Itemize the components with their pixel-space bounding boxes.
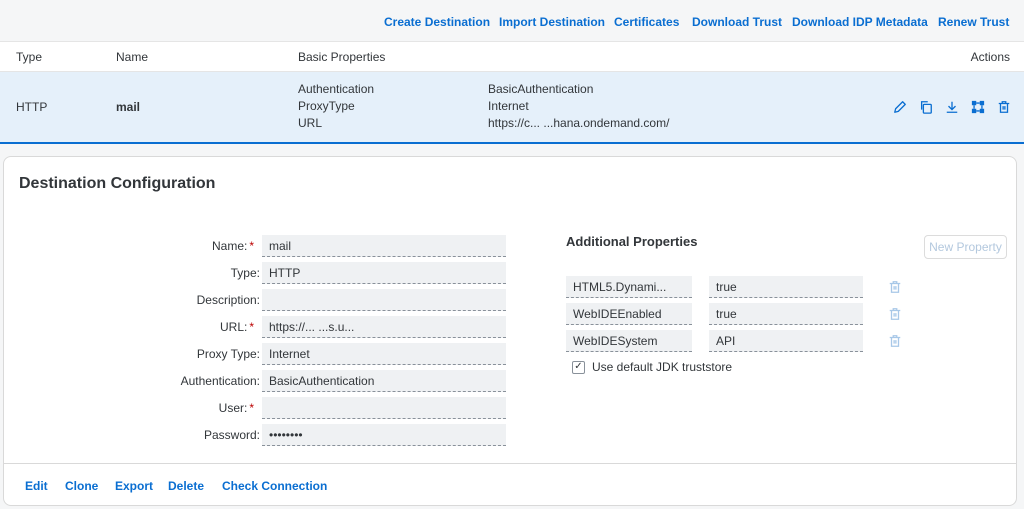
network-icon[interactable] [970,99,986,115]
jdk-truststore-checkbox[interactable]: ✓ Use default JDK truststore [572,360,732,374]
download-icon[interactable] [944,99,960,115]
required-marker: * [249,320,254,334]
clone-button[interactable]: Clone [65,479,98,493]
user-field[interactable] [262,397,506,419]
download-trust-link[interactable]: Download Trust [692,15,782,29]
table-row[interactable]: HTTP mail Authentication ProxyType URL B… [0,72,1024,144]
row-type: HTTP [16,100,48,114]
row-name: mail [116,100,141,114]
proxy-type-field[interactable]: Internet [262,343,506,365]
additional-property-key[interactable]: HTML5.Dynami... [566,276,692,298]
import-destination-link[interactable]: Import Destination [499,15,605,29]
row-prop-value: https://c... ...hana.ondemand.com/ [488,116,670,130]
description-field[interactable] [262,289,506,311]
additional-property-value[interactable]: true [709,303,863,325]
user-label-text: User: [218,401,248,415]
user-label: User: * [219,401,254,415]
column-header-actions: Actions [970,50,1010,64]
checkbox-label: Use default JDK truststore [592,360,733,374]
delete-icon[interactable] [996,99,1012,115]
table-header: Type Name Basic Properties Actions [0,42,1024,72]
url-label: URL: * [220,320,254,334]
additional-property-key[interactable]: WebIDESystem [566,330,692,352]
additional-property-key[interactable]: WebIDEEnabled [566,303,692,325]
additional-property-value[interactable]: API [709,330,863,352]
delete-button[interactable]: Delete [168,479,204,493]
footer-divider [4,463,1016,464]
renew-trust-link[interactable]: Renew Trust [938,15,1009,29]
new-property-button[interactable]: New Property [924,235,1007,259]
destinations-table: Type Name Basic Properties Actions HTTP … [0,41,1024,144]
edit-button[interactable]: Edit [25,479,48,493]
export-button[interactable]: Export [115,479,153,493]
authentication-label: Authentication: [180,374,260,388]
checkbox-check-icon[interactable]: ✓ [572,360,585,374]
row-prop-label: ProxyType [298,99,355,113]
name-label: Name: * [212,239,254,253]
create-destination-link[interactable]: Create Destination [384,15,490,29]
name-label-text: Name: [211,239,248,253]
edit-icon[interactable] [892,99,908,115]
destination-configuration-card: Destination Configuration Name: * Type: D… [3,156,1017,506]
password-label: Password: [203,428,260,442]
authentication-field[interactable]: BasicAuthentication [262,370,506,392]
delete-property-icon[interactable] [888,334,902,348]
row-prop-value: Internet [488,99,529,113]
required-marker: * [249,239,254,253]
download-idp-metadata-link[interactable]: Download IDP Metadata [792,15,928,29]
certificates-link[interactable]: Certificates [614,15,679,29]
row-prop-label: Authentication [298,82,375,96]
additional-property-value[interactable]: true [709,276,863,298]
top-toolbar: Create Destination Import Destination Ce… [0,0,1024,42]
additional-properties-title: Additional Properties [566,234,698,249]
row-actions [892,99,1012,115]
row-prop-label: URL [298,116,323,130]
delete-property-icon[interactable] [888,280,902,294]
url-label-text: URL: [219,320,248,334]
column-header-name: Name [116,50,149,64]
url-field[interactable]: https://... ...s.u... [262,316,506,338]
row-prop-value: BasicAuthentication [488,82,594,96]
required-marker: * [249,401,254,415]
description-label: Description: [196,293,260,307]
proxy-type-label: Proxy Type: [196,347,260,361]
password-field[interactable]: •••••••• [262,424,506,446]
column-header-type: Type [16,50,43,64]
type-label: Type: [230,266,260,280]
card-title: Destination Configuration [19,175,216,192]
check-connection-button[interactable]: Check Connection [222,479,327,493]
copy-icon[interactable] [918,99,934,115]
column-header-basic-properties: Basic Properties [298,50,386,64]
type-field[interactable]: HTTP [262,262,506,284]
delete-property-icon[interactable] [888,307,902,321]
name-field[interactable]: mail [262,235,506,257]
